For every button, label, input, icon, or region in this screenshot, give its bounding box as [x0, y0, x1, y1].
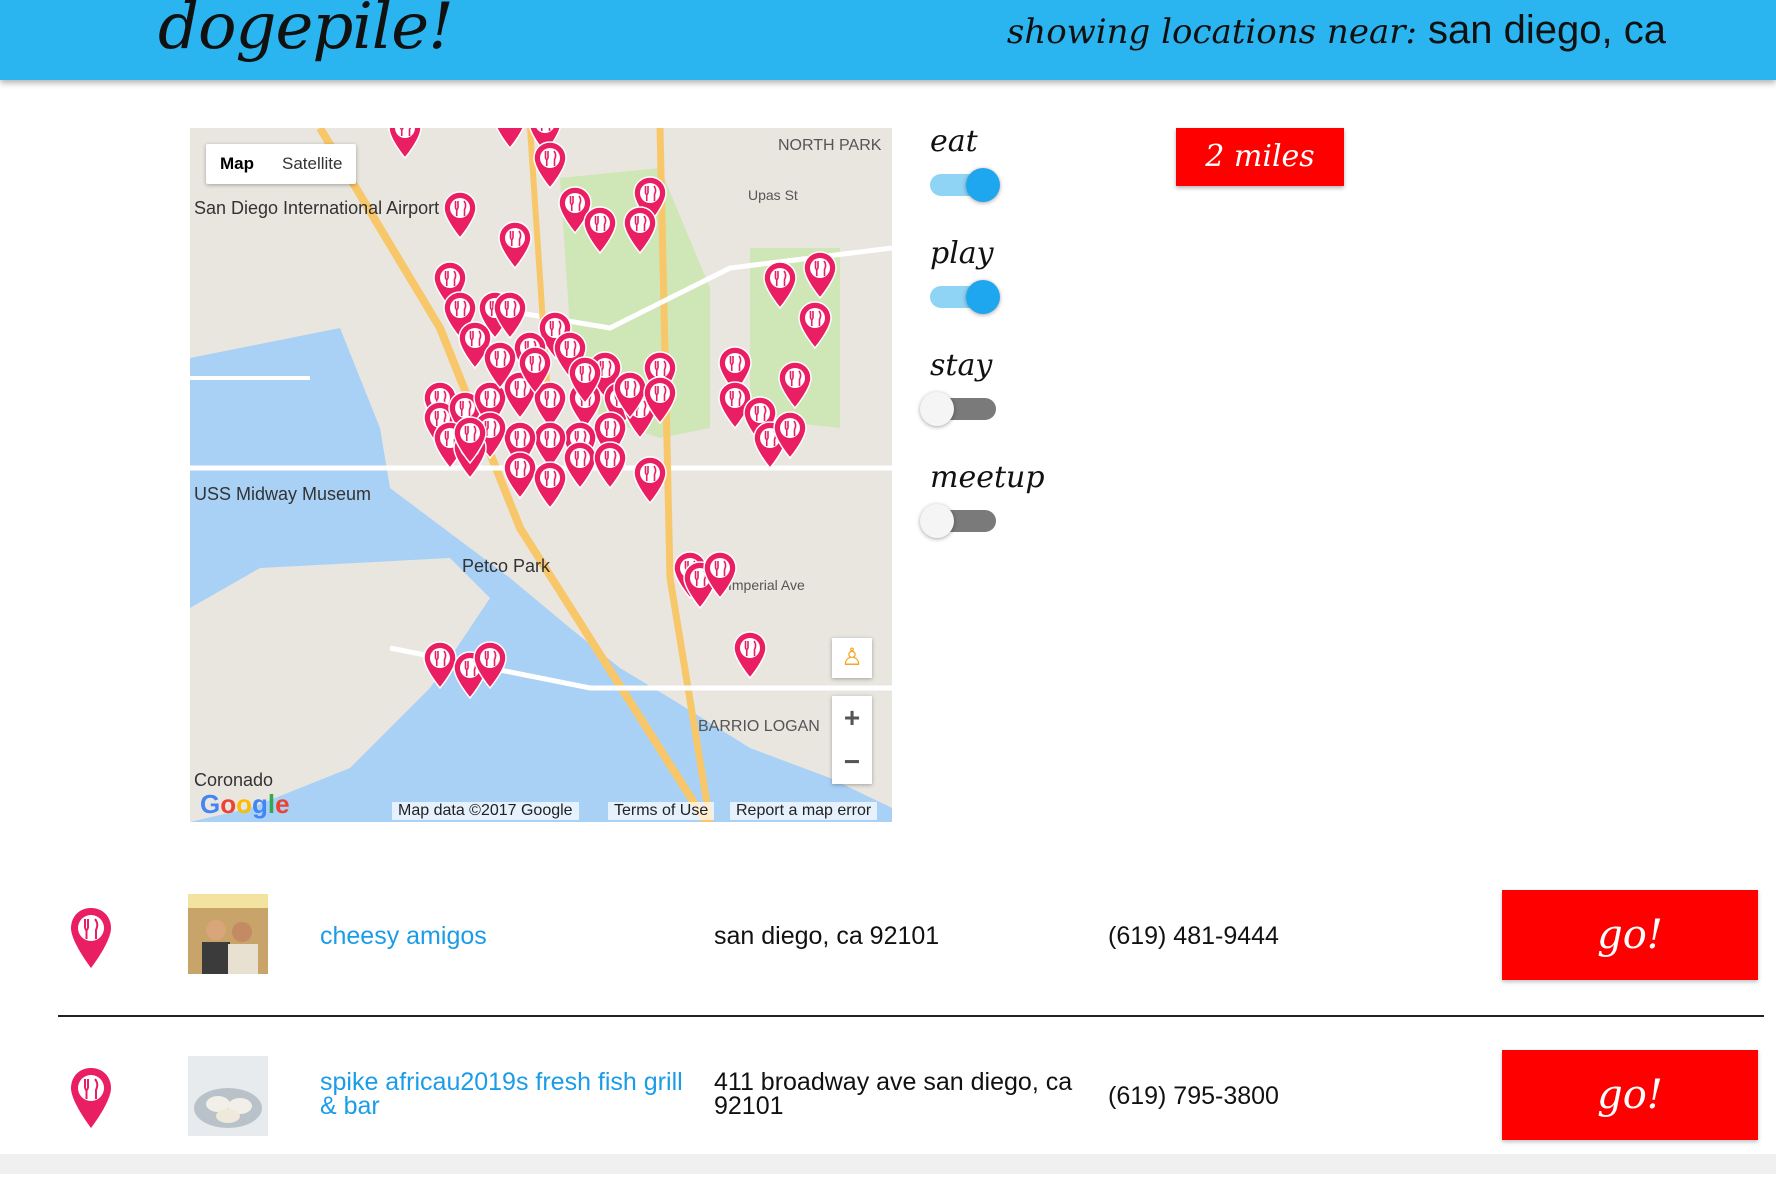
- restaurant-pin-icon[interactable]: [533, 421, 567, 470]
- fork-knife-pin-icon: [71, 908, 111, 968]
- go-button[interactable]: go!: [1502, 1050, 1758, 1140]
- map-type-control[interactable]: Map Satellite: [206, 144, 357, 184]
- map-type-satellite-button[interactable]: Satellite: [268, 144, 356, 184]
- location-value: san diego, ca: [1428, 8, 1666, 52]
- result-address: 411 broadway ave san diego, ca 92101: [714, 1068, 1073, 1120]
- filter-stay-toggle[interactable]: [920, 392, 996, 426]
- map-data-attribution: Map data ©2017 Google: [392, 802, 579, 820]
- filter-eat-label: eat: [930, 124, 978, 159]
- report-map-error-link[interactable]: Report a map error: [730, 802, 878, 820]
- filter-meetup: meetup: [920, 460, 1045, 538]
- distance-button[interactable]: 2 miles: [1176, 128, 1344, 186]
- map-footer: Google Map data ©2017 Google Terms of Us…: [190, 789, 892, 822]
- zoom-control[interactable]: + −: [832, 696, 872, 784]
- result-phone: (619) 481-9444: [1108, 922, 1279, 950]
- restaurant-pin-icon[interactable]: [533, 141, 567, 190]
- fork-knife-pin-icon: [71, 1068, 111, 1128]
- restaurant-pin-icon[interactable]: [388, 128, 422, 160]
- restaurant-pin-icon[interactable]: [563, 441, 597, 490]
- restaurant-pin-icon[interactable]: [533, 461, 567, 510]
- app-header: dogepile! showing locations near: san di…: [0, 0, 1776, 80]
- filter-play: play: [930, 236, 1000, 314]
- go-button[interactable]: go!: [1502, 890, 1758, 980]
- zoom-out-button[interactable]: −: [832, 740, 872, 784]
- filter-eat: eat: [930, 124, 1000, 202]
- restaurant-pin-icon[interactable]: [798, 301, 832, 350]
- map-type-map-button[interactable]: Map: [206, 144, 268, 184]
- terms-of-use-link[interactable]: Terms of Use: [608, 802, 715, 820]
- toggle-knob: [966, 168, 1000, 202]
- restaurant-pin-icon[interactable]: [443, 191, 477, 240]
- google-logo[interactable]: Google: [200, 789, 290, 820]
- restaurant-pin-icon[interactable]: [778, 361, 812, 410]
- result-photo[interactable]: [188, 894, 268, 974]
- filter-play-label: play: [930, 236, 994, 271]
- toggle-knob: [966, 280, 1000, 314]
- result-name-link[interactable]: cheesy amigos: [320, 924, 700, 949]
- filter-stay: stay: [920, 348, 996, 426]
- filter-meetup-label: meetup: [930, 460, 1045, 495]
- restaurant-pin-icon[interactable]: [633, 456, 667, 505]
- zoom-in-button[interactable]: +: [832, 696, 872, 740]
- filter-eat-toggle[interactable]: [930, 168, 1000, 202]
- location-indicator: showing locations near: san diego, ca: [1007, 8, 1666, 53]
- toggle-knob: [920, 504, 954, 538]
- filter-stay-label: stay: [930, 348, 993, 383]
- result-name-link[interactable]: spike africau2019s fresh fish grill & ba…: [320, 1070, 700, 1119]
- result-divider: [58, 1015, 1764, 1017]
- result-photo[interactable]: [188, 1056, 268, 1136]
- result-phone: (619) 795-3800: [1108, 1082, 1279, 1110]
- restaurant-pin-icon[interactable]: [583, 206, 617, 255]
- toggle-knob: [920, 392, 954, 426]
- restaurant-pin-icon[interactable]: [593, 441, 627, 490]
- map-pins-layer[interactable]: [190, 128, 892, 822]
- filter-meetup-toggle[interactable]: [920, 504, 996, 538]
- restaurant-pin-icon[interactable]: [803, 251, 837, 300]
- restaurant-pin-icon[interactable]: [763, 261, 797, 310]
- street-view-pegman-icon[interactable]: ♙: [832, 638, 872, 678]
- app-logo[interactable]: dogepile!: [158, 0, 454, 64]
- page-bottom-strip: [0, 1154, 1776, 1174]
- restaurant-pin-icon[interactable]: [733, 631, 767, 680]
- location-label: showing locations near:: [1006, 12, 1417, 52]
- restaurant-pin-icon[interactable]: [503, 451, 537, 500]
- result-address: san diego, ca 92101: [714, 922, 940, 950]
- map-view[interactable]: San Diego International Airport USS Midw…: [190, 128, 892, 822]
- result-row: cheesy amigos san diego, ca 92101 (619) …: [0, 890, 1776, 1020]
- restaurant-pin-icon[interactable]: [494, 128, 526, 150]
- restaurant-pin-icon[interactable]: [623, 206, 657, 255]
- restaurant-pin-icon[interactable]: [423, 641, 457, 690]
- restaurant-pin-icon[interactable]: [498, 221, 532, 270]
- filter-play-toggle[interactable]: [930, 280, 1000, 314]
